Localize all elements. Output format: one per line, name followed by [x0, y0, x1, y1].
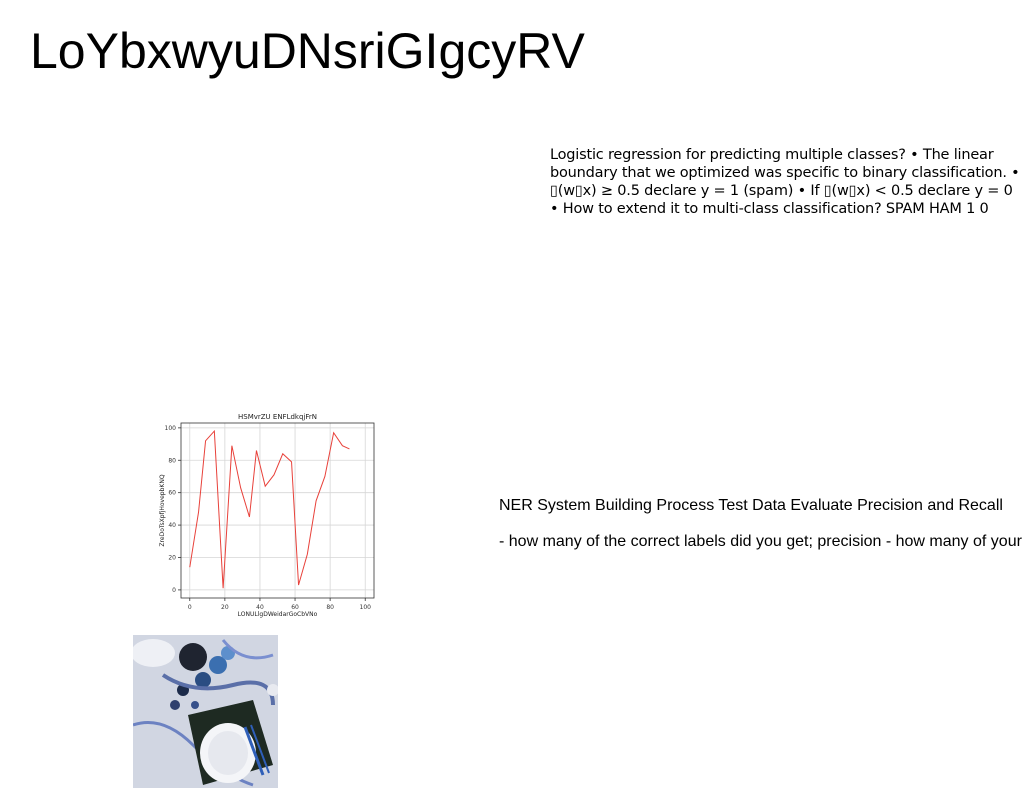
y-tick-label: 0: [172, 587, 176, 594]
y-tick-label: 80: [168, 457, 176, 464]
series-line: [189, 429, 350, 589]
x-tick-label: 0: [188, 604, 192, 611]
x-tick-label: 80: [326, 604, 334, 611]
logistic-regression-text: Logistic regression for predicting multi…: [550, 147, 1020, 217]
photo-illustration: [133, 635, 278, 788]
x-tick-label: 60: [291, 604, 299, 611]
x-tick-label: 20: [221, 604, 229, 611]
plot-frame: [180, 422, 375, 599]
x-tick-label: 100: [360, 604, 372, 611]
x-tick-label: 40: [256, 604, 264, 611]
ner-text-line-2: - how many of the correct labels did you…: [499, 533, 1022, 550]
y-tick-label: 100: [165, 425, 177, 432]
ner-process-text: NER System Building Process Test Data Ev…: [499, 479, 1024, 569]
chart-title: HSMvrZU ENFLdkqjFrN: [238, 413, 317, 421]
ner-text-line-1: NER System Building Process Test Data Ev…: [499, 497, 1003, 514]
y-axis-label: ZreDoTsXpfjHovepbKNQ: [159, 474, 166, 546]
table-setting-photo: [133, 635, 278, 788]
slide-title: LoYbxwyuDNsriGIgcyRV: [30, 23, 585, 79]
y-tick-label: 40: [168, 522, 176, 529]
line-chart-svg: 0 20 40 60 80 100 0 20 40 60 80 100 HSMvrZU ENFLdkqj…: [159, 413, 375, 618]
line-chart: 0 20 40 60 80 100 0 20 40 60 80 100 HSMvrZU ENFLdkqj…: [156, 410, 378, 620]
y-tick-label: 20: [168, 554, 176, 561]
x-axis-label: LONULlgDWeidarGoCbVNo: [238, 611, 318, 618]
y-tick-label: 60: [168, 490, 176, 497]
